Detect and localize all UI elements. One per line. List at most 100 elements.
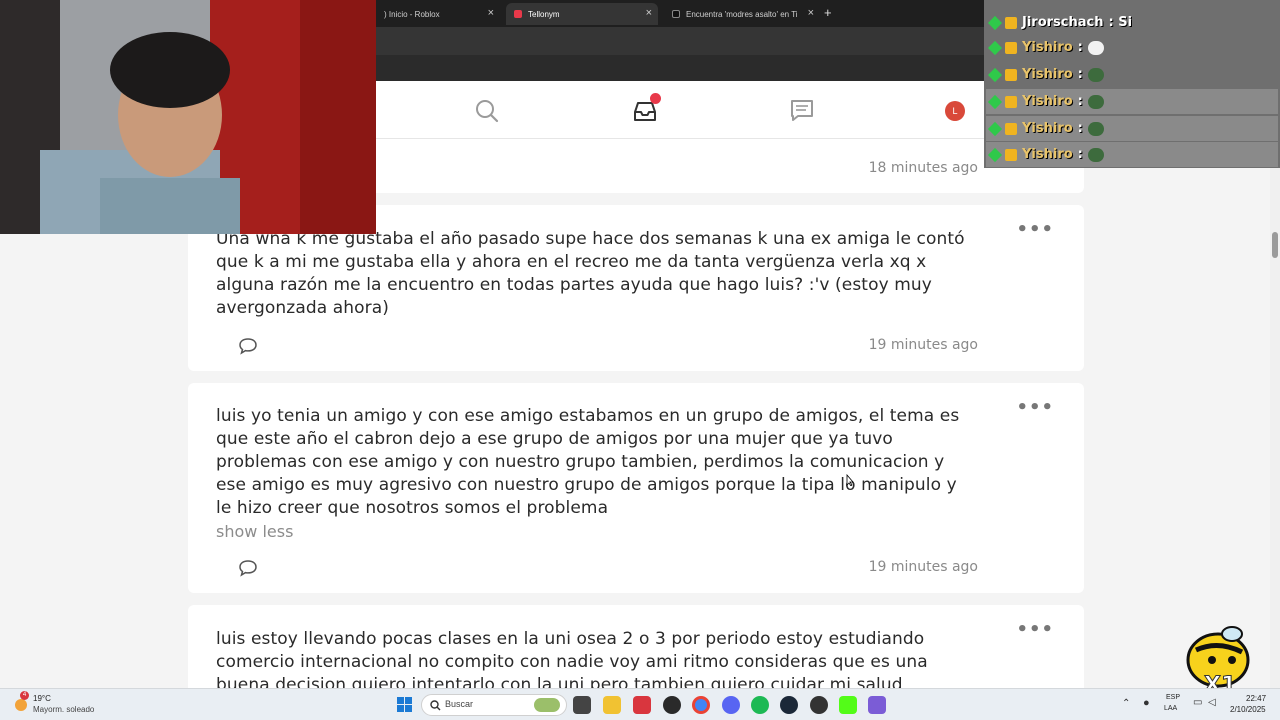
obs-icon[interactable]: [810, 696, 828, 714]
search-icon[interactable]: [474, 98, 500, 124]
keyboard-layout[interactable]: LAA: [1164, 705, 1177, 712]
close-icon[interactable]: ×: [808, 7, 814, 19]
app-dark-icon[interactable]: [663, 696, 681, 714]
webcam-overlay: [0, 0, 376, 234]
chat-username: Yishiro: [1022, 67, 1073, 82]
tiktok-favicon-icon: [672, 10, 680, 18]
chat-icon[interactable]: [789, 98, 815, 124]
avatar[interactable]: L: [945, 101, 965, 121]
close-icon[interactable]: ×: [488, 7, 494, 19]
chat-text: :: [1077, 147, 1083, 162]
ghost-emote-icon: [1087, 40, 1104, 55]
search-placeholder: Buscar: [445, 699, 474, 709]
post-time: 18 minutes ago: [868, 160, 978, 176]
post-card: luis estoy llevando pocas clases en la u…: [188, 605, 1084, 688]
chat-username: Yishiro: [1022, 94, 1073, 109]
more-options-icon[interactable]: •••: [1016, 219, 1054, 240]
tab-tellonym[interactable]: Tellonym ×: [506, 3, 658, 25]
emote-icon: [1087, 67, 1104, 82]
scrollbar-thumb[interactable]: [1272, 232, 1278, 258]
diamond-icon: [987, 15, 1003, 30]
weather-description[interactable]: Mayorm. soleado: [33, 705, 94, 714]
post-text: luis yo tenia un amigo y con ese amigo e…: [216, 406, 960, 518]
post-text: Una wna k me gustaba el año pasado supe …: [216, 229, 965, 318]
chat-message: Yishiro :: [986, 142, 1278, 167]
diamond-icon: [987, 40, 1003, 55]
post-time: 19 minutes ago: [868, 337, 978, 353]
page-scrollbar[interactable]: [1270, 140, 1280, 688]
kick-icon[interactable]: [839, 696, 857, 714]
weather-badge: 4: [20, 691, 29, 700]
chat-message: Yishiro :: [986, 35, 1278, 60]
stream-chat-overlay: Jirorschach : Si Yishiro : Yishiro : Yis…: [984, 0, 1280, 168]
diamond-icon: [987, 94, 1003, 109]
language-code[interactable]: ESP: [1166, 694, 1180, 701]
steam-icon[interactable]: [780, 696, 798, 714]
chevron-up-icon[interactable]: ⌃: [1122, 698, 1130, 709]
taskbar-search-box[interactable]: Buscar: [421, 694, 567, 716]
chat-username: Jirorschach: [1022, 15, 1104, 30]
chat-text: :: [1077, 121, 1083, 136]
spotify-icon[interactable]: [751, 696, 769, 714]
sub-badge-icon: [1005, 95, 1017, 108]
webcam-feed-image: [0, 0, 376, 234]
chat-username: Yishiro: [1022, 121, 1073, 136]
sub-badge-icon: [1005, 148, 1017, 161]
app-purple-icon[interactable]: [868, 696, 886, 714]
task-view-icon[interactable]: [573, 696, 591, 714]
chat-message: Yishiro :: [986, 89, 1278, 114]
clock-time[interactable]: 22:47: [1246, 694, 1266, 703]
tellonym-favicon-icon: [514, 10, 522, 18]
sub-badge-icon: [1005, 41, 1017, 54]
chat-text: :: [1077, 67, 1083, 82]
tab-label: ) Inicio - Roblox: [384, 9, 440, 19]
file-explorer-icon[interactable]: [603, 696, 621, 714]
app-red-icon[interactable]: [633, 696, 651, 714]
windows-taskbar: 4 19°C Mayorm. soleado Buscar ⌃ ● ESP LA…: [0, 688, 1280, 720]
close-icon[interactable]: ×: [646, 7, 652, 19]
tab-label: Tellonym: [528, 9, 560, 19]
chat-username: Yishiro: [1022, 147, 1073, 162]
sub-badge-icon: [1005, 16, 1017, 29]
show-less-link[interactable]: show less: [216, 522, 293, 541]
more-options-icon[interactable]: •••: [1016, 397, 1054, 418]
chat-message: Yishiro :: [986, 116, 1278, 141]
new-tab-button[interactable]: +: [824, 5, 832, 20]
chat-username: Yishiro: [1022, 40, 1073, 55]
clock-date[interactable]: 2/10/2025: [1230, 705, 1266, 714]
mouse-cursor-icon: [846, 474, 854, 486]
diamond-icon: [987, 147, 1003, 162]
tab-roblox[interactable]: ) Inicio - Roblox ×: [376, 3, 500, 25]
post-text: luis estoy llevando pocas clases en la u…: [216, 629, 928, 688]
search-highlight-icon: [534, 698, 560, 712]
microphone-icon[interactable]: ●: [1143, 697, 1150, 709]
emote-icon: [1087, 121, 1104, 136]
diamond-icon: [987, 67, 1003, 82]
sub-badge-icon: [1005, 122, 1017, 135]
windows-start-icon[interactable]: [397, 697, 412, 712]
post-time: 19 minutes ago: [868, 559, 978, 575]
emote-icon: [1087, 94, 1104, 109]
post-card: luis yo tenia un amigo y con ese amigo e…: [188, 383, 1084, 593]
app-nav-bar: L: [376, 81, 1084, 139]
notification-badge: [650, 93, 661, 104]
sub-badge-icon: [1005, 68, 1017, 81]
diamond-icon: [987, 121, 1003, 136]
tab-label: Encuentra 'modres asalto' en Ti: [686, 9, 798, 19]
comment-icon[interactable]: [238, 337, 258, 355]
chat-text: :: [1077, 40, 1083, 55]
bee-mascot-icon: X1: [1186, 626, 1250, 694]
search-icon: [430, 700, 441, 711]
weather-temperature[interactable]: 19°C: [33, 694, 51, 703]
discord-icon[interactable]: [722, 696, 740, 714]
volume-icon[interactable]: ◁: [1208, 697, 1216, 708]
chat-text: :: [1077, 94, 1083, 109]
network-icon[interactable]: ▭: [1193, 697, 1202, 708]
chat-text: : Si: [1108, 15, 1133, 30]
chat-message: Yishiro :: [986, 62, 1278, 87]
comment-icon[interactable]: [238, 559, 258, 577]
chrome-icon[interactable]: [692, 696, 710, 714]
more-options-icon[interactable]: •••: [1016, 619, 1054, 640]
tab-tiktok[interactable]: Encuentra 'modres asalto' en Ti ×: [664, 3, 820, 25]
chat-message: Jirorschach : Si: [986, 10, 1278, 35]
